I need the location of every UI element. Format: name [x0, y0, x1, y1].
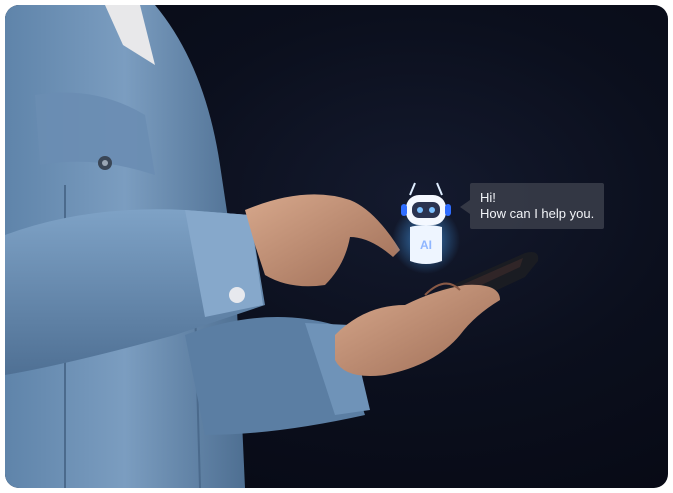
- chat-bubble-tail: [460, 200, 470, 214]
- pointing-hand: [245, 194, 400, 287]
- holding-hand: [335, 282, 500, 376]
- photo-scene: [5, 5, 539, 488]
- cuff-button-icon: [229, 287, 245, 303]
- chat-bubble-line-1: Hi!: [480, 190, 496, 205]
- ai-badge: AI: [420, 238, 432, 252]
- photo-frame: AI Hi! How can I help you.: [5, 5, 668, 488]
- chat-bubble: Hi! How can I help you.: [470, 183, 604, 229]
- chat-bubble-line-2: How can I help you.: [480, 206, 595, 221]
